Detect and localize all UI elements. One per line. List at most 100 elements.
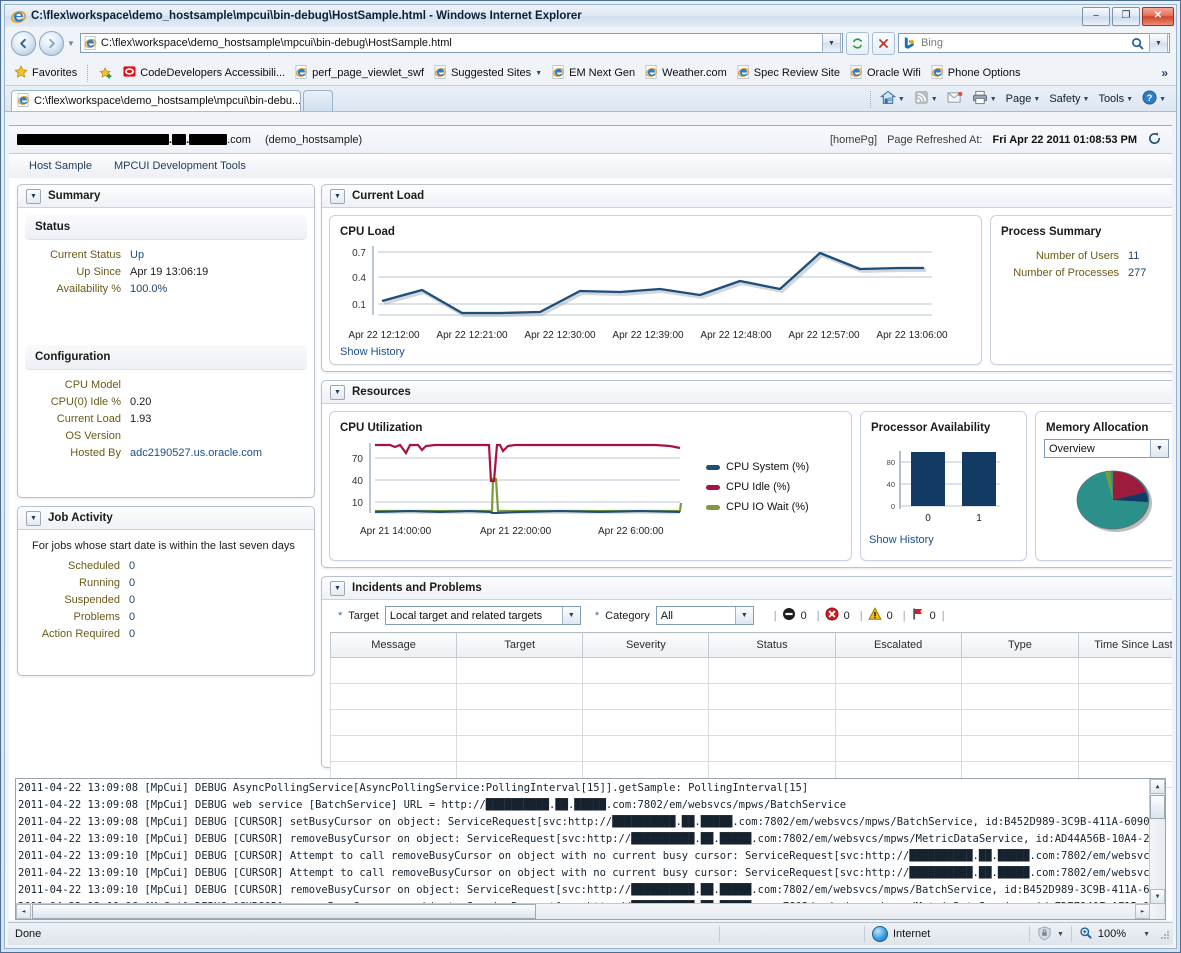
refresh-button[interactable]	[846, 31, 869, 55]
favorite-item-1[interactable]: perf_page_viewlet_swf	[292, 64, 427, 83]
scroll-left-button[interactable]: ◄	[16, 904, 31, 919]
horizontal-scroll-thumb[interactable]	[32, 904, 536, 919]
vertical-scroll-thumb[interactable]	[1150, 795, 1165, 819]
security-zone[interactable]: Internet	[865, 923, 1029, 945]
chevron-down-icon[interactable]: ▼	[1159, 96, 1166, 103]
chevron-down-icon[interactable]: ▼	[1057, 931, 1064, 938]
close-button[interactable]: ✕	[1142, 6, 1174, 26]
collapse-toggle-icon[interactable]: ▼	[330, 384, 345, 400]
incident-count-flag[interactable]: | 0	[903, 607, 936, 624]
category-filter-select[interactable]: All ▼	[655, 606, 754, 625]
job-activity-row-value[interactable]: 0	[129, 610, 135, 625]
chevron-down-icon[interactable]: ▼	[734, 607, 753, 624]
subnav-item-host-sample[interactable]: Host Sample	[29, 160, 92, 172]
collapse-toggle-icon[interactable]: ▼	[330, 580, 345, 596]
incident-count-warning[interactable]: | 0	[860, 607, 893, 624]
address-dropdown-icon[interactable]: ▼	[822, 33, 841, 53]
table-row[interactable]	[329, 709, 1172, 736]
processor-availability-show-history-link[interactable]: Show History	[869, 534, 934, 546]
chevron-down-icon[interactable]: ▼	[1143, 931, 1150, 938]
protected-mode-indicator[interactable]: ▼	[1030, 923, 1071, 945]
favorite-item-3[interactable]: EM Next Gen	[549, 64, 638, 83]
chevron-down-icon[interactable]: ▼	[1126, 96, 1133, 103]
favorite-item-6[interactable]: Oracle Wifi	[847, 64, 924, 83]
collapse-toggle-icon[interactable]: ▼	[26, 510, 41, 526]
column-header-message[interactable]: Message	[329, 632, 458, 658]
address-bar[interactable]: C:\flex\workspace\demo_hostsample\mpcui\…	[79, 33, 843, 53]
favorite-item-0[interactable]: CodeDevelopers Accessibili...	[120, 64, 288, 82]
favorite-item-4[interactable]: Weather.com	[642, 64, 730, 83]
console-vertical-scrollbar[interactable]: ▲ ▼	[1149, 779, 1165, 919]
new-tab-button[interactable]	[303, 90, 333, 111]
cpu-load-show-history-link[interactable]: Show History	[340, 346, 405, 358]
process-summary-row-value[interactable]: 277	[1128, 266, 1146, 281]
configuration-row-value[interactable]: adc2190527.us.oracle.com	[130, 446, 262, 461]
favorite-item-5[interactable]: Spec Review Site	[734, 64, 843, 83]
page-menu-button[interactable]: Page ▼	[1002, 92, 1045, 106]
column-header-escalated[interactable]: Escalated	[835, 632, 962, 658]
scroll-down-button[interactable]: ▼	[1150, 889, 1165, 904]
favorite-item-7[interactable]: Phone Options	[928, 64, 1024, 83]
job-activity-row-value[interactable]: 0	[129, 593, 135, 608]
print-button[interactable]: ▼	[968, 89, 1001, 109]
column-header-type[interactable]: Type	[961, 632, 1080, 658]
status-row-value[interactable]: Up	[130, 248, 144, 263]
favorite-item-2[interactable]: Suggested Sites ▼	[431, 64, 545, 83]
column-header-time-since-last[interactable]: Time Since Last ...	[1078, 632, 1172, 658]
favorites-button[interactable]: Favorites	[11, 64, 80, 83]
chevron-down-icon[interactable]: ▼	[535, 70, 542, 77]
minimize-button[interactable]: –	[1082, 6, 1110, 26]
resize-grip-icon[interactable]	[1157, 927, 1171, 941]
y-tick-label: 0.4	[352, 273, 366, 284]
column-header-target[interactable]: Target	[456, 632, 584, 658]
scroll-up-button[interactable]: ▲	[1150, 779, 1165, 794]
collapse-toggle-icon[interactable]: ▼	[26, 188, 41, 204]
back-button[interactable]	[11, 30, 36, 56]
subnav-item-mpcui-development-tools[interactable]: MPCUI Development Tools	[114, 160, 246, 172]
maximize-button[interactable]: ❐	[1112, 6, 1140, 26]
home-button[interactable]: ▼	[876, 89, 909, 109]
chevron-down-icon[interactable]: ▼	[990, 96, 997, 103]
job-activity-row-value[interactable]: 0	[129, 559, 135, 574]
search-box[interactable]: Bing ▼	[898, 33, 1170, 53]
host-suffix: .com	[227, 133, 251, 146]
console-horizontal-scrollbar[interactable]: ◄ ►	[16, 903, 1150, 919]
stop-button[interactable]	[872, 31, 895, 55]
job-activity-row-value[interactable]: 0	[129, 576, 135, 591]
memory-allocation-select[interactable]: Overview ▼	[1044, 439, 1169, 458]
table-row[interactable]	[329, 657, 1172, 684]
read-mail-button[interactable]	[943, 90, 967, 108]
recent-pages-caret-icon[interactable]: ▼	[67, 39, 75, 48]
favorites-overflow-button[interactable]: »	[1161, 66, 1170, 80]
page-favicon-icon	[84, 36, 97, 50]
job-activity-row-value[interactable]: 0	[129, 627, 135, 642]
incident-count-down[interactable]: | 0	[774, 607, 807, 624]
add-to-favorites-bar-button[interactable]	[96, 65, 116, 81]
zoom-control[interactable]: 100% ▼	[1072, 923, 1157, 945]
search-go-button[interactable]	[1126, 32, 1149, 55]
scroll-right-button[interactable]: ►	[1135, 904, 1150, 919]
table-row[interactable]	[329, 683, 1172, 710]
process-summary-row-value[interactable]: 11	[1128, 249, 1139, 264]
chevron-down-icon[interactable]: ▼	[1083, 96, 1090, 103]
chevron-down-icon[interactable]: ▼	[1033, 96, 1040, 103]
column-header-status[interactable]: Status	[708, 632, 836, 658]
collapse-toggle-icon[interactable]: ▼	[330, 188, 345, 204]
search-dropdown-icon[interactable]: ▼	[1149, 33, 1168, 53]
target-filter-select[interactable]: Local target and related targets ▼	[384, 606, 581, 625]
chevron-down-icon[interactable]: ▼	[561, 607, 580, 624]
column-header-severity[interactable]: Severity	[582, 632, 710, 658]
feeds-button[interactable]: ▼	[910, 89, 942, 109]
table-row[interactable]	[329, 735, 1172, 762]
help-menu-button[interactable]: ? ▼	[1138, 89, 1170, 109]
incident-count-error[interactable]: | 0	[817, 607, 850, 624]
status-row-value[interactable]: 100.0%	[130, 282, 167, 297]
tools-menu-button[interactable]: Tools ▼	[1094, 92, 1137, 106]
refresh-icon[interactable]	[1147, 131, 1162, 148]
chevron-down-icon[interactable]: ▼	[1150, 440, 1168, 457]
forward-button[interactable]	[39, 30, 64, 56]
chevron-down-icon[interactable]: ▼	[898, 96, 905, 103]
debug-log-console[interactable]: 2011-04-22 13:09:08 [MpCui] DEBUG AsyncP…	[15, 778, 1166, 920]
safety-menu-button[interactable]: Safety ▼	[1045, 92, 1093, 106]
tab-hostsample[interactable]: C:\flex\workspace\demo_hostsample\mpcui\…	[11, 90, 301, 111]
